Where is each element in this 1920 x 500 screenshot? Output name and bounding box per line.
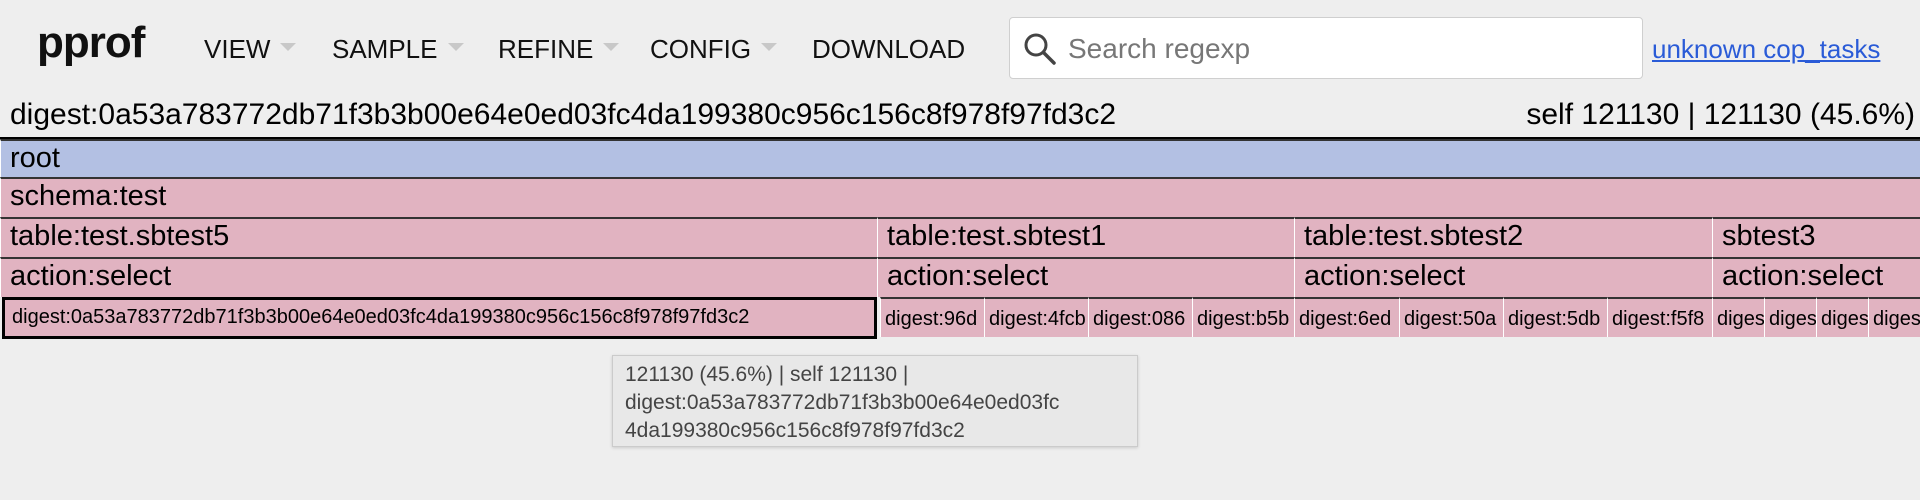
frame-digest[interactable]: digest:f5f8	[1607, 297, 1712, 337]
frame-action[interactable]: action:select	[1294, 257, 1712, 297]
frame-label: digest:5db	[1508, 308, 1601, 330]
frame-schema[interactable]: schema:test	[0, 177, 1920, 217]
frame-table[interactable]: sbtest3	[1712, 217, 1920, 257]
pprof-logo[interactable]: pprof	[37, 18, 145, 68]
frame-digest[interactable]: digest:50a	[1399, 297, 1503, 337]
frame-label: action:select	[1722, 260, 1884, 292]
profile-link[interactable]: unknown cop_tasks	[1652, 34, 1880, 65]
search-input[interactable]	[1066, 28, 1630, 70]
frame-action[interactable]: action:select	[877, 257, 1294, 297]
frame-label: table:test.sbtest2	[1304, 220, 1524, 252]
frame-label: digest	[1821, 308, 1868, 330]
frame-digest[interactable]: digest:b5b	[1192, 297, 1294, 337]
frame-action[interactable]: action:select	[1712, 257, 1920, 297]
menu-view-label: VIEW	[204, 34, 271, 64]
frame-tooltip: 121130 (45.6%) | self 121130 | digest:0a…	[612, 355, 1138, 447]
frame-label: schema:test	[10, 180, 167, 212]
frame-digest[interactable]: digest:5db	[1503, 297, 1607, 337]
frame-digest[interactable]: digest:4fcb	[984, 297, 1088, 337]
frame-label: digest:0a53a783772db71f3b3b00e64e0ed03fc…	[12, 306, 750, 328]
frame-label: digest:086	[1093, 308, 1186, 330]
frame-digest[interactable]: digest:086	[1088, 297, 1192, 337]
frame-table[interactable]: table:test.sbtest1	[877, 217, 1294, 257]
frame-label: root	[10, 142, 60, 174]
frame-label: digest	[1717, 308, 1764, 330]
header-bar: pprof VIEW SAMPLE REFINE CONFIG DOWNLOAD…	[0, 0, 1920, 96]
frame-label: digest:96d	[885, 308, 978, 330]
frame-digest[interactable]: digest	[1764, 297, 1816, 337]
menu-sample-label: SAMPLE	[332, 34, 438, 64]
chevron-down-icon	[761, 43, 778, 52]
menu-refine-label: REFINE	[498, 34, 594, 64]
frame-label: digest:f5f8	[1612, 308, 1705, 330]
chevron-down-icon	[447, 43, 464, 52]
tooltip-line: digest:0a53a783772db71f3b3b00e64e0ed03fc	[625, 391, 1060, 414]
menu-download-label: DOWNLOAD	[812, 34, 966, 64]
frame-digest[interactable]: digest	[1816, 297, 1868, 337]
tooltip-line: 4da199380c956c156c8f978f97fd3c2	[625, 419, 965, 442]
frame-label: digest:50a	[1404, 308, 1497, 330]
current-frame-name: digest:0a53a783772db71f3b3b00e64e0ed03fc…	[10, 98, 1117, 131]
menu-view[interactable]: VIEW	[204, 34, 297, 65]
tooltip-line: 121130 (45.6%) | self 121130 |	[625, 363, 909, 386]
frame-digest[interactable]: digest:96d	[880, 297, 984, 337]
frame-table[interactable]: table:test.sbtest2	[1294, 217, 1712, 257]
frame-label: action:select	[1304, 260, 1466, 292]
frame-label: table:test.sbtest1	[887, 220, 1107, 252]
frame-label: action:select	[10, 260, 172, 292]
menu-sample[interactable]: SAMPLE	[332, 34, 464, 65]
menu-config-label: CONFIG	[650, 34, 752, 64]
frame-action[interactable]: action:select	[0, 257, 877, 297]
frame-label: digest	[1873, 308, 1920, 330]
frame-root[interactable]: root	[0, 139, 1920, 177]
frame-label: table:test.sbtest5	[10, 220, 230, 252]
chevron-down-icon	[280, 43, 297, 52]
frame-digest[interactable]: digest	[1712, 297, 1764, 337]
frame-label: sbtest3	[1722, 220, 1816, 252]
frame-label: digest:4fcb	[989, 308, 1086, 330]
search-box[interactable]	[1009, 17, 1643, 79]
frame-digest[interactable]: digest	[1868, 297, 1920, 337]
frame-label: digest:b5b	[1197, 308, 1290, 330]
menu-config[interactable]: CONFIG	[650, 34, 778, 65]
frame-label: digest:6ed	[1299, 308, 1392, 330]
current-frame-stats: self 121130 | 121130 (45.6%)	[1526, 98, 1915, 131]
frame-label: action:select	[887, 260, 1049, 292]
flame-graph: root schema:test table:test.sbtest5 tabl…	[0, 137, 1920, 340]
menu-download[interactable]: DOWNLOAD	[812, 34, 965, 65]
frame-table[interactable]: table:test.sbtest5	[0, 217, 877, 257]
chevron-down-icon	[603, 43, 620, 52]
frame-digest-selected[interactable]: digest:0a53a783772db71f3b3b00e64e0ed03fc…	[2, 297, 877, 339]
menu-refine[interactable]: REFINE	[498, 34, 620, 65]
frame-label: digest	[1769, 308, 1816, 330]
search-icon	[1024, 33, 1056, 65]
frame-digest[interactable]: digest:6ed	[1294, 297, 1399, 337]
